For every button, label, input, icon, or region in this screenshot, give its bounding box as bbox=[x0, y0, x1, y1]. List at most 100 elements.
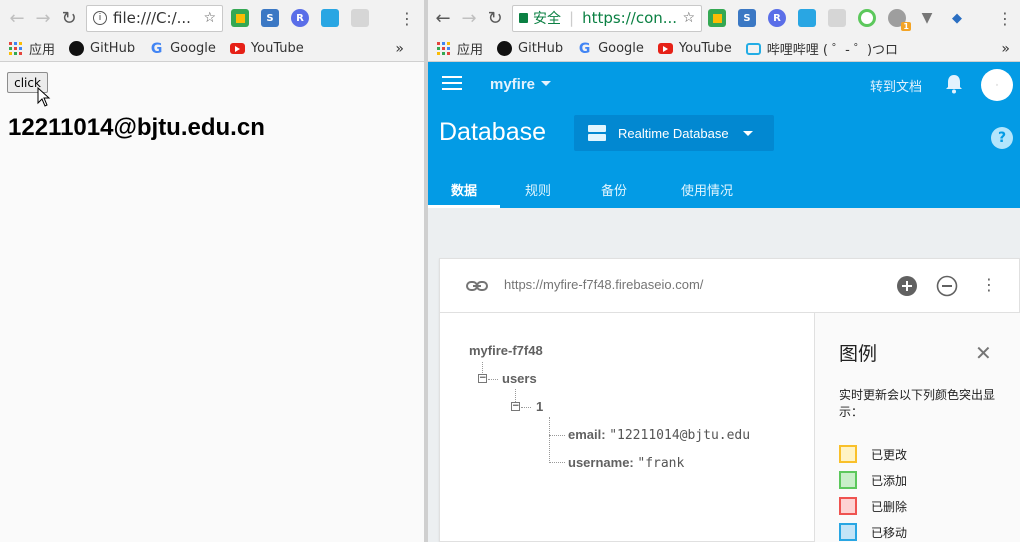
left-browser-toolbar: ← → ↻ i file:///C:/... ☆ S R ⋮ bbox=[0, 0, 424, 36]
gray-extension-icon[interactable] bbox=[351, 9, 369, 27]
bookmark-youtube[interactable]: YouTube bbox=[657, 41, 732, 56]
database-data-card: https://myfire-f7f48.firebaseio.com/ ⋮ m… bbox=[439, 258, 1020, 542]
left-browser-window: ← → ↻ i file:///C:/... ☆ S R ⋮ 应用 GitHub… bbox=[0, 0, 424, 542]
database-url[interactable]: https://myfire-f7f48.firebaseio.com/ bbox=[504, 277, 703, 292]
bookmark-github[interactable]: GitHub bbox=[69, 41, 135, 56]
s-extension-icon[interactable]: S bbox=[261, 9, 279, 27]
info-icon: i bbox=[93, 11, 107, 25]
tree-field-email[interactable]: email: "12211014@bjtu.edu bbox=[568, 427, 750, 443]
help-icon[interactable]: ? bbox=[991, 127, 1013, 149]
bookmark-label: GitHub bbox=[90, 41, 136, 56]
link-icon bbox=[466, 281, 488, 291]
right-menu-icon[interactable]: ⋮ bbox=[996, 9, 1014, 28]
tree-field-username[interactable]: username: "frank bbox=[568, 455, 684, 471]
right-browser-toolbar: ← → ↻ 安全 | https://con... ☆ S R 1 ▼ ◆ ⋮ bbox=[428, 0, 1020, 36]
bookmark-label: 哔哩哔哩 ( ゜- ゜)つロ bbox=[766, 43, 899, 58]
bookmark-star-icon[interactable]: ☆ bbox=[682, 10, 695, 26]
notifications-bell-icon[interactable] bbox=[945, 74, 963, 94]
go-to-docs-link[interactable]: 转到文档 bbox=[870, 76, 922, 95]
bookmarks-overflow-icon[interactable]: » bbox=[395, 41, 404, 57]
legend-item-deleted: 已删除 bbox=[839, 497, 907, 515]
tab-label: 备份 bbox=[600, 184, 627, 199]
circle-extension-icon[interactable] bbox=[858, 9, 876, 27]
remove-circle-icon[interactable] bbox=[936, 275, 958, 297]
lock-icon bbox=[519, 13, 528, 23]
r-extension-icon[interactable]: R bbox=[768, 9, 786, 27]
add-circle-icon[interactable] bbox=[896, 275, 918, 297]
forward-button[interactable]: → bbox=[456, 5, 482, 31]
tab-usage[interactable]: 使用情况 bbox=[652, 172, 762, 208]
bookmark-star-icon[interactable]: ☆ bbox=[203, 10, 216, 26]
collapse-users-icon[interactable]: − bbox=[478, 374, 487, 383]
tree-connector bbox=[549, 435, 565, 436]
v-extension-icon[interactable]: ▼ bbox=[918, 9, 936, 27]
gray-extension-icon[interactable] bbox=[828, 9, 846, 27]
bookmark-apps[interactable]: 应用 bbox=[8, 39, 55, 58]
bookmark-label: 应用 bbox=[457, 43, 484, 58]
collapse-child-icon[interactable]: − bbox=[511, 402, 520, 411]
bookmarks-overflow-icon[interactable]: » bbox=[1001, 41, 1010, 57]
firebase-header: myfire 转到文档 ◦ Database Realtime Database… bbox=[428, 62, 1020, 208]
github-icon bbox=[69, 41, 85, 56]
database-type-selector[interactable]: Realtime Database bbox=[574, 115, 774, 151]
left-address-bar[interactable]: i file:///C:/... ☆ bbox=[86, 4, 223, 32]
back-button[interactable]: ← bbox=[430, 5, 456, 31]
youtube-icon bbox=[657, 41, 673, 56]
bookmark-youtube[interactable]: YouTube bbox=[229, 41, 304, 56]
r-extension-icon[interactable]: R bbox=[291, 9, 309, 27]
tree-connector bbox=[482, 362, 483, 373]
reload-button[interactable]: ↻ bbox=[482, 5, 508, 31]
bookmark-google[interactable]: G Google bbox=[577, 40, 644, 57]
legend-item-moved: 已移动 bbox=[839, 523, 907, 541]
changed-swatch bbox=[839, 445, 857, 463]
image-extension-icon[interactable] bbox=[321, 9, 339, 27]
left-bookmarks-bar: 应用 GitHub G Google YouTube » bbox=[0, 36, 424, 62]
username-value: "frank bbox=[637, 456, 685, 471]
bookmark-github[interactable]: GitHub bbox=[497, 41, 563, 56]
more-vert-icon[interactable]: ⋮ bbox=[981, 275, 997, 294]
extension-badge: 1 bbox=[901, 22, 911, 31]
added-swatch bbox=[839, 471, 857, 489]
s-extension-icon[interactable]: S bbox=[738, 9, 756, 27]
tab-backups[interactable]: 备份 bbox=[576, 172, 652, 208]
bookmark-label: YouTube bbox=[678, 41, 732, 56]
back-button[interactable]: ← bbox=[4, 5, 30, 31]
apps-grid-icon bbox=[8, 41, 23, 56]
reload-button[interactable]: ↻ bbox=[56, 5, 82, 31]
chevron-down-icon bbox=[742, 130, 753, 136]
tab-data[interactable]: 数据 bbox=[428, 172, 500, 208]
database-url-bar: https://myfire-f7f48.firebaseio.com/ ⋮ bbox=[440, 259, 1019, 313]
google-maps-extension-icon[interactable] bbox=[708, 9, 726, 27]
bookmark-apps[interactable]: 应用 bbox=[436, 39, 483, 58]
legend-item-label: 已更改 bbox=[871, 447, 908, 462]
legend-item-label: 已添加 bbox=[871, 473, 908, 488]
account-avatar[interactable]: ◦ bbox=[981, 69, 1013, 101]
tab-rules[interactable]: 规则 bbox=[500, 172, 576, 208]
database-tree: myfire-f7f48 − users − 1 email: "1221101… bbox=[440, 313, 814, 542]
forward-button[interactable]: → bbox=[30, 5, 56, 31]
bookmark-google[interactable]: G Google bbox=[149, 41, 216, 57]
tree-connector bbox=[521, 407, 531, 408]
project-selector[interactable]: myfire bbox=[490, 76, 535, 93]
moved-swatch bbox=[839, 523, 857, 541]
right-address-bar[interactable]: 安全 | https://con... ☆ bbox=[512, 4, 702, 32]
left-menu-icon[interactable]: ⋮ bbox=[398, 9, 416, 28]
bookmark-label: YouTube bbox=[250, 41, 304, 56]
hamburger-menu-icon[interactable] bbox=[442, 76, 462, 92]
google-icon: G bbox=[578, 40, 591, 57]
legend-item-added: 已添加 bbox=[839, 471, 907, 489]
tree-node-users[interactable]: users bbox=[502, 371, 537, 386]
bookmark-bilibili[interactable]: 哔哩哔哩 ( ゜- ゜)つロ bbox=[745, 39, 899, 58]
tree-root-node[interactable]: myfire-f7f48 bbox=[469, 343, 543, 358]
close-icon[interactable]: ✕ bbox=[975, 341, 992, 365]
project-caret-icon[interactable] bbox=[541, 81, 551, 86]
image-extension-icon[interactable] bbox=[798, 9, 816, 27]
layers-extension-icon[interactable]: ◆ bbox=[948, 9, 966, 27]
google-maps-extension-icon[interactable] bbox=[231, 9, 249, 27]
tree-node-1[interactable]: 1 bbox=[536, 399, 543, 414]
tree-connector bbox=[488, 379, 498, 380]
legend-item-changed: 已更改 bbox=[839, 445, 907, 463]
badge-extension-icon[interactable]: 1 bbox=[888, 9, 911, 31]
bookmark-label: Google bbox=[170, 41, 216, 56]
bookmark-label: GitHub bbox=[518, 41, 564, 56]
